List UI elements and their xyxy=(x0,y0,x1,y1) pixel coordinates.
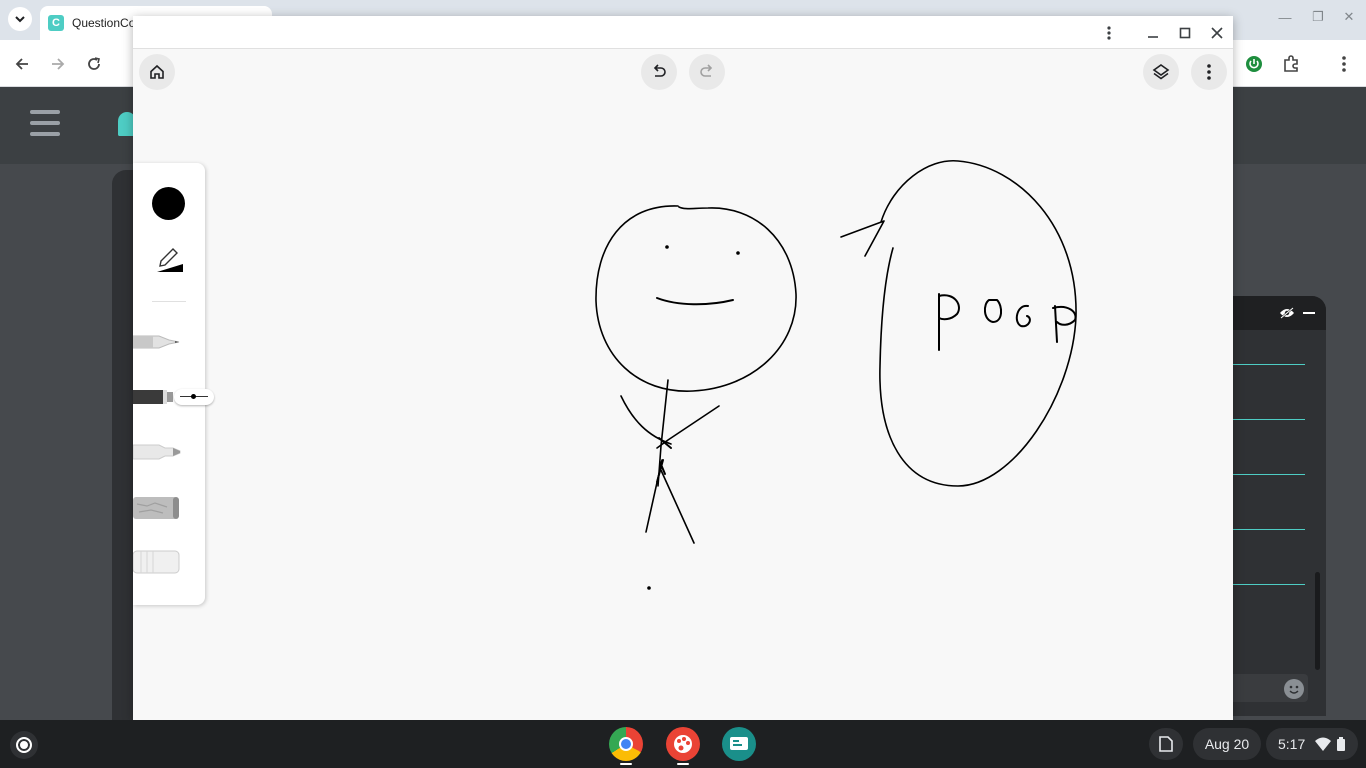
bubble-text-P2 xyxy=(1052,305,1077,343)
drawing-canvas[interactable] xyxy=(133,16,1233,720)
redo-button[interactable] xyxy=(689,54,725,90)
chat-divider xyxy=(1232,529,1305,530)
browser-menu-icon[interactable] xyxy=(1332,52,1356,76)
undo-button[interactable] xyxy=(641,54,677,90)
chat-divider xyxy=(1232,474,1305,475)
pen-settings-icon[interactable] xyxy=(155,243,185,273)
pencil-tool[interactable] xyxy=(133,327,183,357)
time-text: 5:17 xyxy=(1278,736,1306,752)
launcher-button[interactable] xyxy=(10,731,38,759)
stray-dot xyxy=(647,586,651,590)
running-indicator xyxy=(620,763,632,765)
marker-tool[interactable] xyxy=(133,437,183,467)
speech-bubble-tail xyxy=(840,220,885,257)
chat-header xyxy=(1232,296,1326,330)
fountain-pen-tool[interactable] xyxy=(133,382,179,412)
extensions-icon[interactable] xyxy=(1279,52,1303,76)
reload-icon[interactable] xyxy=(82,52,106,76)
stick-figure-leg-right xyxy=(659,467,695,544)
emoji-icon[interactable] xyxy=(1284,679,1304,699)
holding-space-button[interactable] xyxy=(1149,728,1183,760)
chat-minimize-icon[interactable] xyxy=(1303,312,1315,314)
chevron-down-icon xyxy=(15,16,25,23)
wifi-icon xyxy=(1315,737,1332,751)
stroke-size-slider[interactable] xyxy=(174,389,214,405)
chat-scrollbar[interactable] xyxy=(1315,572,1320,670)
layers-button[interactable] xyxy=(1143,54,1179,90)
tool-panel xyxy=(133,163,214,605)
battery-icon xyxy=(1337,737,1346,751)
chrome-app-icon[interactable] xyxy=(609,727,643,761)
status-area[interactable]: 5:17 xyxy=(1266,728,1358,760)
file-icon xyxy=(1159,736,1173,752)
app-title-bar xyxy=(133,16,1233,49)
chat-divider xyxy=(1232,364,1305,365)
more-vert-icon xyxy=(1207,64,1211,80)
bubble-text-G xyxy=(1015,304,1031,328)
hide-eye-icon[interactable] xyxy=(1279,307,1295,319)
extension-power-icon[interactable] xyxy=(1242,52,1266,76)
browser-close-icon[interactable]: ✕ xyxy=(1340,8,1358,26)
tab-title: QuestionCo xyxy=(72,16,136,30)
tab-favicon-icon: C xyxy=(48,15,64,31)
panel-divider xyxy=(152,301,186,302)
app-menu-icon[interactable] xyxy=(1098,22,1120,44)
redo-icon xyxy=(700,64,713,77)
more-options-button[interactable] xyxy=(1191,54,1227,90)
color-picker-button[interactable] xyxy=(152,187,185,220)
stick-figure-arm-right xyxy=(656,405,720,449)
forward-icon[interactable] xyxy=(46,52,70,76)
back-icon[interactable] xyxy=(10,52,34,76)
stick-figure-head xyxy=(595,205,797,392)
chat-divider xyxy=(1232,419,1305,420)
site-menu-icon[interactable] xyxy=(30,110,60,136)
stick-figure-mouth xyxy=(656,297,734,306)
undo-icon xyxy=(653,64,666,77)
browser-minimize-icon[interactable]: — xyxy=(1276,8,1294,26)
canvas-app-icon[interactable] xyxy=(666,727,700,761)
chalk-tool[interactable] xyxy=(133,492,183,522)
tab-search-button[interactable] xyxy=(8,7,32,31)
stick-figure-eye-right xyxy=(736,251,740,255)
maximize-icon[interactable] xyxy=(1174,22,1196,44)
drawing-app-window xyxy=(133,16,1233,720)
classroom-app-icon[interactable] xyxy=(722,727,756,761)
browser-restore-icon[interactable]: ❐ xyxy=(1309,8,1327,26)
date-button[interactable]: Aug 20 xyxy=(1193,728,1261,760)
speech-bubble xyxy=(879,160,1077,487)
minimize-icon[interactable] xyxy=(1142,22,1164,44)
layers-icon xyxy=(1152,64,1170,80)
bubble-text-O xyxy=(983,299,1003,323)
bubble-text-P1 xyxy=(938,293,960,351)
eraser-tool[interactable] xyxy=(133,547,183,577)
running-indicator xyxy=(677,763,689,765)
date-text: Aug 20 xyxy=(1204,736,1250,752)
stick-figure-eye-left xyxy=(665,245,669,249)
home-icon xyxy=(150,64,164,79)
chat-divider xyxy=(1232,584,1305,585)
home-button[interactable] xyxy=(139,54,175,90)
close-icon[interactable] xyxy=(1206,22,1228,44)
chat-panel xyxy=(1232,296,1326,716)
